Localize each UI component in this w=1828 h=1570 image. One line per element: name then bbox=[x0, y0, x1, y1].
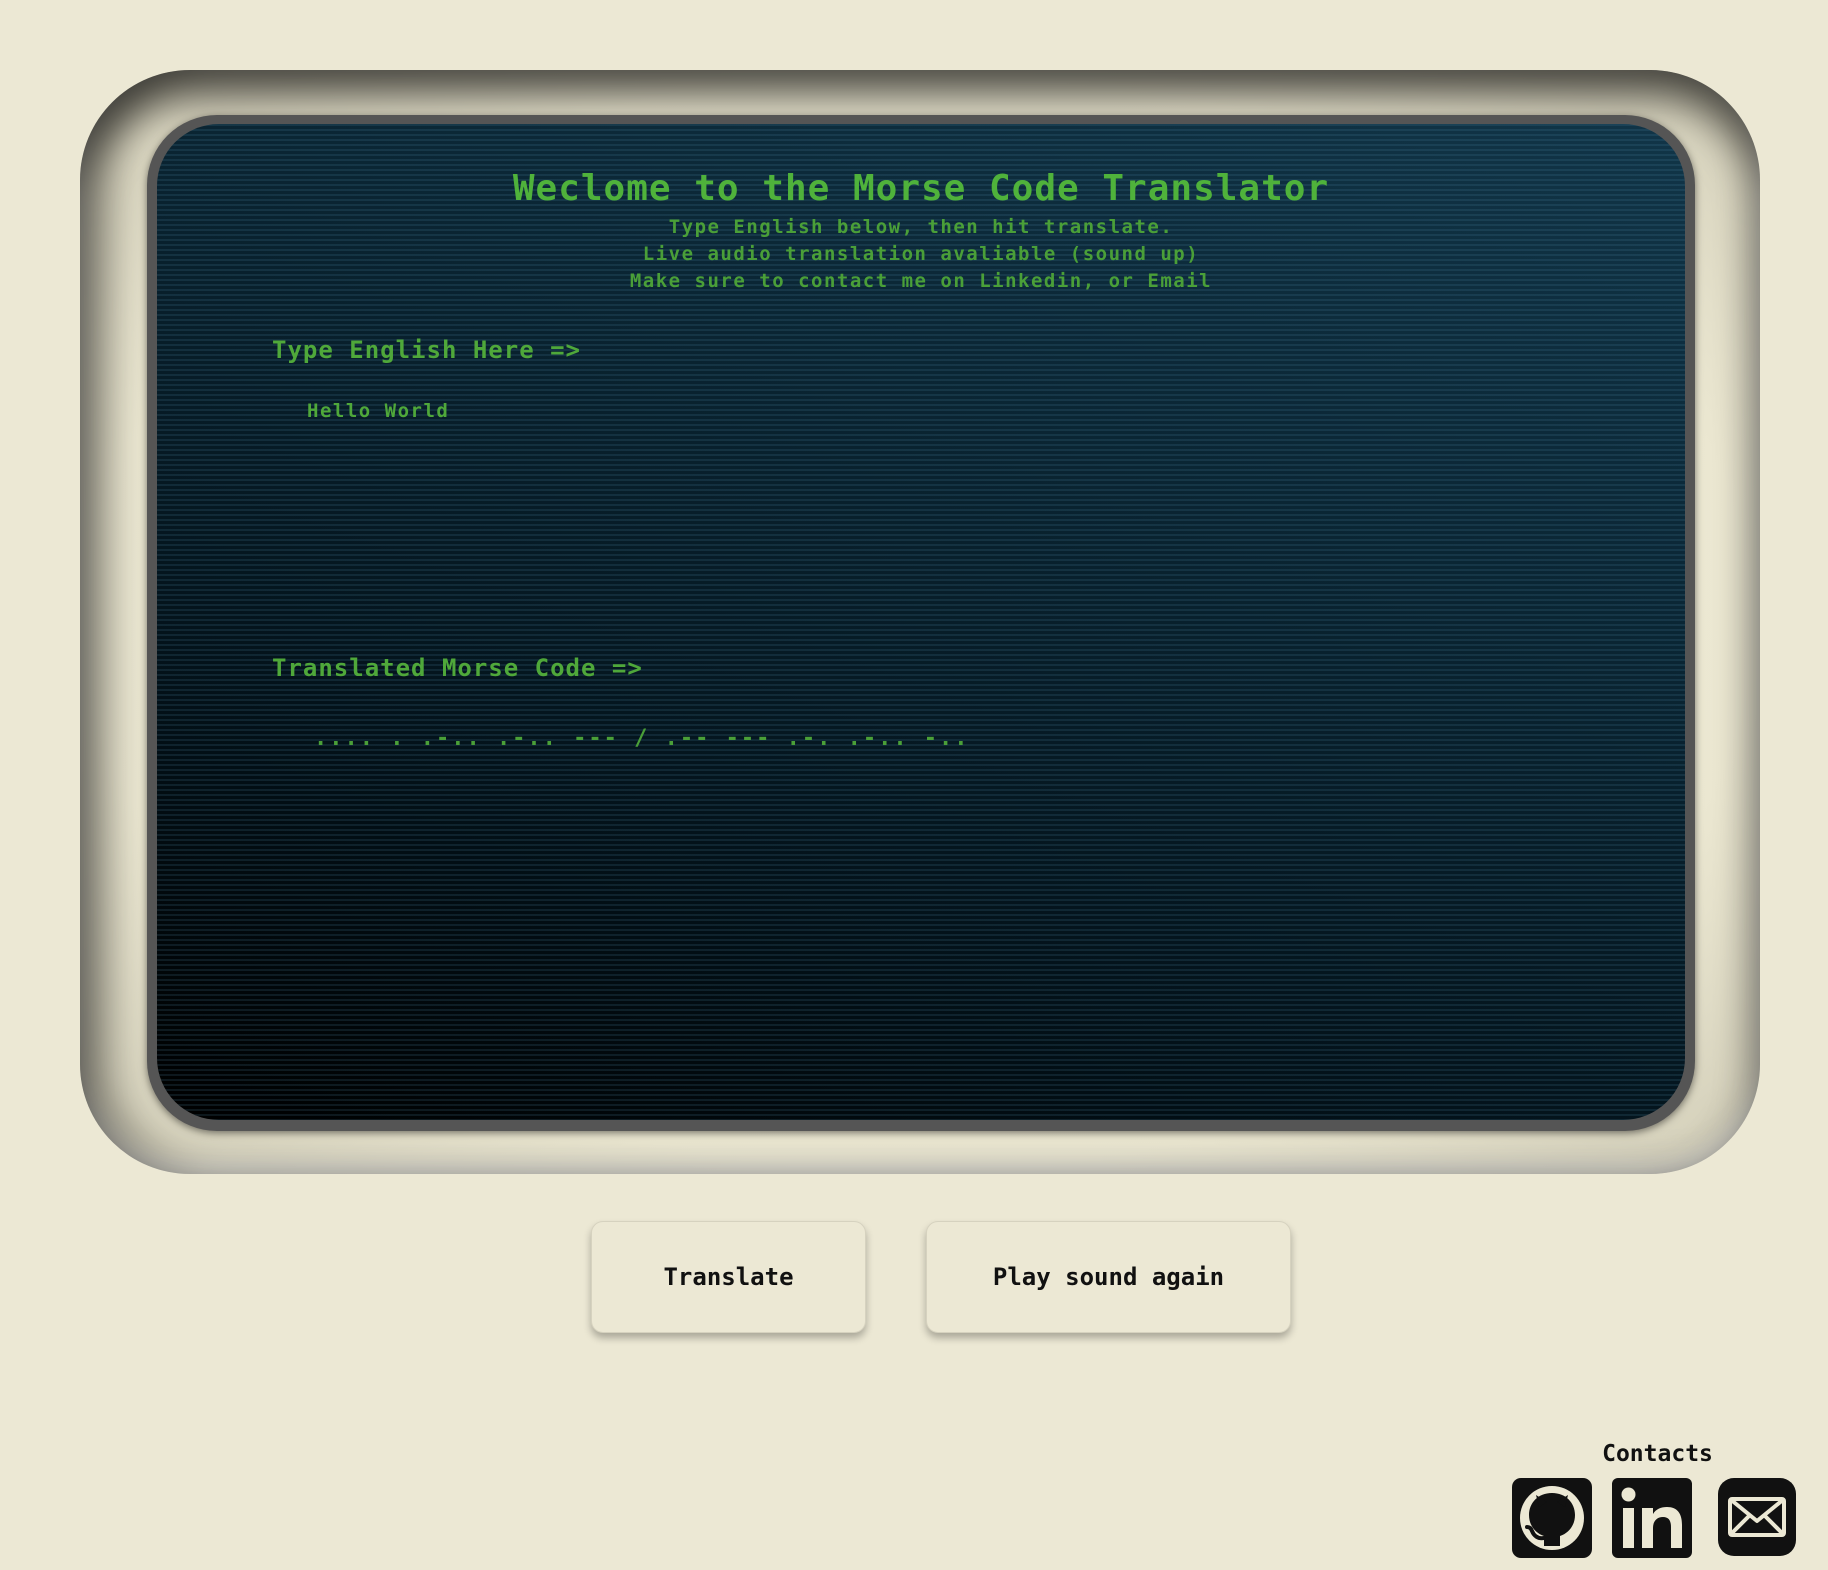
screen-content: Weclome to the Morse Code Translator Typ… bbox=[157, 124, 1685, 1120]
github-icon bbox=[1512, 1478, 1592, 1558]
terminal-screen: Weclome to the Morse Code Translator Typ… bbox=[157, 124, 1685, 1120]
english-text-input[interactable]: Hello World bbox=[307, 400, 1557, 620]
linkedin-link[interactable] bbox=[1612, 1478, 1692, 1558]
email-link[interactable] bbox=[1718, 1478, 1796, 1556]
translate-button[interactable]: Translate bbox=[591, 1221, 866, 1333]
play-sound-again-button[interactable]: Play sound again bbox=[926, 1221, 1291, 1333]
morse-code-output: .... . .-.. .-.. --- / .-- --- .-. .-.. … bbox=[314, 726, 970, 751]
contacts-heading: Contacts bbox=[1602, 1441, 1713, 1467]
email-icon bbox=[1718, 1478, 1796, 1556]
subtitle-line-2: Live audio translation avaliable (sound … bbox=[642, 243, 1200, 265]
subtitle-line-3: Make sure to contact me on Linkedin, or … bbox=[629, 270, 1213, 292]
page: Weclome to the Morse Code Translator Typ… bbox=[0, 0, 1828, 1570]
morse-output-label: Translated Morse Code => bbox=[272, 654, 643, 682]
subtitle-line-1: Type English below, then hit translate. bbox=[668, 216, 1174, 238]
linkedin-icon bbox=[1612, 1478, 1692, 1558]
english-input-label: Type English Here => bbox=[272, 336, 581, 364]
github-link[interactable] bbox=[1512, 1478, 1592, 1558]
page-title: Weclome to the Morse Code Translator bbox=[512, 168, 1330, 209]
